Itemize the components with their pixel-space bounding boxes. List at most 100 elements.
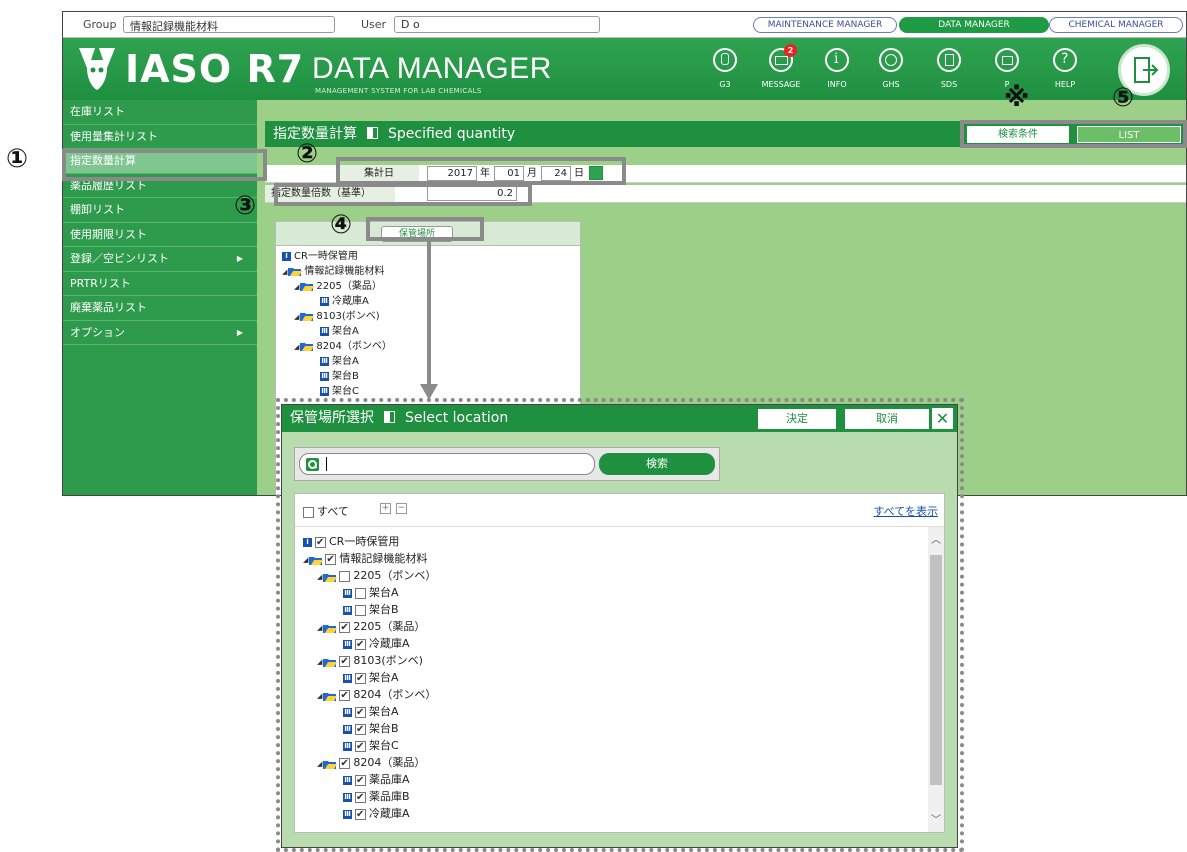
tree-item[interactable]: ◢ 2205（ボンベ） bbox=[317, 568, 436, 585]
location-checkbox[interactable] bbox=[355, 604, 366, 616]
location-checkbox[interactable] bbox=[355, 722, 366, 737]
tree-item[interactable]: Ⅲ架台B bbox=[320, 370, 359, 384]
location-checkbox[interactable] bbox=[355, 637, 366, 652]
location-checkbox[interactable] bbox=[355, 739, 366, 754]
search-button[interactable]: 検索 bbox=[599, 453, 715, 475]
tree-item[interactable]: Ⅲ 薬品庫A bbox=[343, 772, 410, 788]
tree-item[interactable]: ICR一時保管用 bbox=[303, 534, 399, 550]
tree-item[interactable]: Ⅲ架台A bbox=[343, 585, 399, 600]
sidebar-item-inventory[interactable]: 在庫リスト bbox=[63, 100, 257, 125]
location-checkbox[interactable] bbox=[355, 790, 366, 805]
sidebar-item-options[interactable]: オプション ▶ bbox=[63, 321, 257, 345]
scrollbar[interactable]: ︿ ﹀ bbox=[928, 527, 944, 832]
sidebar-item-usage-summary[interactable]: 使用量集計リスト bbox=[63, 125, 257, 149]
g3-button[interactable]: G3 bbox=[703, 48, 747, 89]
sidebar-item-prtr[interactable]: PRTRリスト bbox=[63, 272, 257, 296]
location-checkbox[interactable] bbox=[355, 587, 366, 599]
location-checkbox[interactable] bbox=[355, 807, 366, 822]
tree-item[interactable]: ◢ 8204（ボンベ） bbox=[317, 687, 436, 704]
close-icon[interactable]: ✕ bbox=[932, 408, 953, 429]
expand-icon[interactable]: ◢ bbox=[317, 570, 322, 585]
location-checkbox[interactable] bbox=[355, 671, 366, 686]
expand-icon[interactable]: ◢ bbox=[317, 621, 322, 636]
sidebar-item-label: 使用期限リスト bbox=[70, 227, 147, 241]
expand-icon[interactable]: ◢ bbox=[282, 265, 287, 279]
list-toolbar: すべて + − すべてを表示 bbox=[295, 494, 944, 527]
expand-icon[interactable]: ◢ bbox=[294, 280, 299, 294]
info-icon: i bbox=[825, 48, 849, 72]
search-input[interactable] bbox=[299, 453, 595, 475]
tree-item[interactable]: Ⅲ冷蔵庫A bbox=[343, 806, 410, 822]
expand-icon[interactable]: ◢ bbox=[303, 553, 308, 568]
show-all-link[interactable]: すべてを表示 bbox=[873, 503, 938, 519]
info-box-icon: I bbox=[303, 537, 312, 547]
sidebar-item-disposal[interactable]: 廃棄薬品リスト bbox=[63, 296, 257, 321]
scroll-thumb[interactable] bbox=[930, 555, 942, 785]
sidebar-item-registration[interactable]: 登録／空ビンリスト ▶ bbox=[63, 247, 257, 272]
tree-item[interactable]: Ⅲ架台A bbox=[320, 325, 359, 339]
location-checkbox[interactable] bbox=[339, 654, 351, 669]
scroll-up-icon[interactable]: ︿ bbox=[931, 531, 941, 546]
location-checkbox[interactable] bbox=[325, 552, 337, 567]
tree-item[interactable]: ◢ 8204（ボンベ） bbox=[294, 340, 392, 354]
location-checkbox[interactable] bbox=[339, 756, 351, 771]
tab-maintenance-manager[interactable]: MAINTENANCE MANAGER bbox=[753, 17, 897, 33]
tree-item-label: 8103(ボンベ) bbox=[316, 311, 380, 322]
expand-all-icon[interactable]: + bbox=[380, 503, 391, 514]
tree-item[interactable]: ◢ 8204（薬品） bbox=[317, 755, 425, 772]
tree-item[interactable]: ◢ 情報記録機能材料 bbox=[303, 551, 427, 568]
location-checkbox[interactable] bbox=[355, 705, 366, 720]
expand-icon[interactable]: ◢ bbox=[317, 655, 322, 670]
tree-item[interactable]: Ⅲ架台C bbox=[343, 738, 399, 754]
tree-item[interactable]: Ⅲ架台B bbox=[343, 721, 399, 737]
tree-item[interactable]: Ⅲ架台C bbox=[320, 385, 359, 399]
expand-icon[interactable]: ◢ bbox=[294, 310, 299, 324]
help-button[interactable]: ? HELP bbox=[1043, 48, 1087, 89]
ok-button[interactable]: 決定 bbox=[758, 409, 836, 429]
tree-item[interactable]: Ⅲ冷蔵庫A bbox=[343, 636, 410, 652]
shelf-icon: Ⅲ bbox=[320, 371, 329, 381]
tree-item[interactable]: ◢ 情報記録機能材料 bbox=[282, 265, 384, 279]
select-all-checkbox[interactable] bbox=[303, 506, 314, 518]
tree-item[interactable]: ◢ 2205（薬品） bbox=[317, 619, 425, 636]
tree-item[interactable]: Ⅲ架台A bbox=[343, 670, 399, 686]
location-checkbox[interactable] bbox=[339, 570, 351, 582]
tree-item[interactable]: ICR一時保管用 bbox=[282, 250, 358, 264]
tree-item[interactable]: ◢ 8103(ボンベ) bbox=[294, 310, 380, 324]
group-field[interactable]: 情報記録機能材料 bbox=[123, 16, 335, 33]
tree-item[interactable]: Ⅲ冷蔵庫A bbox=[320, 295, 369, 309]
tab-chemical-manager[interactable]: CHEMICAL MANAGER bbox=[1049, 17, 1183, 33]
sidebar-item-stocktaking[interactable]: 棚卸リスト bbox=[63, 198, 257, 223]
g3-label: G3 bbox=[719, 80, 731, 89]
message-button[interactable]: 2 MESSAGE bbox=[759, 44, 803, 89]
expand-icon[interactable]: ◢ bbox=[317, 689, 322, 704]
select-all-row[interactable]: すべて bbox=[303, 503, 349, 519]
tree-item[interactable]: ◢ 8103(ボンベ) bbox=[317, 653, 423, 670]
location-checkbox[interactable] bbox=[315, 535, 326, 550]
tree-item[interactable]: Ⅲ 薬品庫B bbox=[343, 789, 410, 805]
tree-item[interactable]: ◢ 2205（薬品） bbox=[294, 280, 382, 294]
annotation-3: ③ bbox=[234, 191, 257, 221]
folder-open-icon bbox=[288, 266, 303, 276]
tab-data-manager[interactable]: DATA MANAGER bbox=[899, 17, 1049, 33]
ghs-button[interactable]: GHS bbox=[869, 48, 913, 89]
tree-item-label: 架台A bbox=[369, 586, 399, 599]
location-checkbox[interactable] bbox=[339, 688, 351, 703]
shelf-icon: Ⅲ bbox=[320, 326, 329, 336]
scroll-down-icon[interactable]: ﹀ bbox=[931, 811, 941, 826]
tree-item[interactable]: Ⅲ架台B bbox=[343, 602, 399, 617]
folder-open-icon bbox=[300, 341, 315, 351]
collapse-all-icon[interactable]: − bbox=[396, 503, 407, 514]
sidebar-item-expiry[interactable]: 使用期限リスト bbox=[63, 223, 257, 247]
info-button[interactable]: i INFO bbox=[815, 48, 859, 89]
sds-button[interactable]: SDS bbox=[927, 48, 971, 89]
location-checkbox[interactable] bbox=[355, 773, 366, 788]
expand-icon[interactable]: ◢ bbox=[294, 340, 299, 354]
cancel-button[interactable]: 取消 bbox=[845, 409, 929, 429]
expand-icon[interactable]: ◢ bbox=[317, 757, 322, 772]
tree-item[interactable]: Ⅲ架台A bbox=[343, 704, 399, 720]
tree-item[interactable]: Ⅲ架台A bbox=[320, 355, 359, 369]
location-checkbox[interactable] bbox=[339, 620, 351, 635]
user-field[interactable]: D o bbox=[394, 16, 600, 33]
tree-item-label: 架台A bbox=[369, 705, 399, 718]
